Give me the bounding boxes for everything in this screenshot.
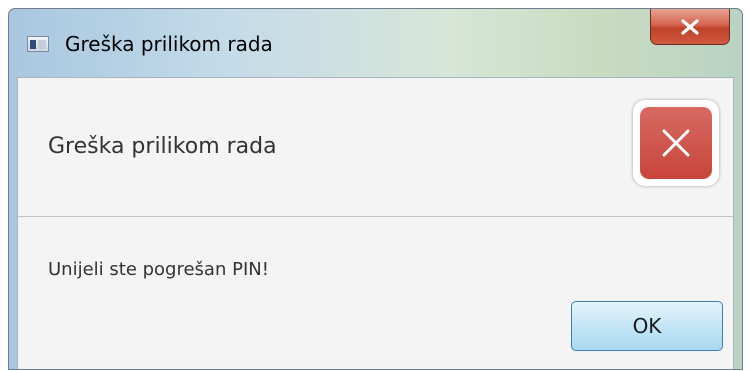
error-icon-frame <box>633 100 719 186</box>
dialog-pane: Greška prilikom rada Unijeli ste pogreša… <box>17 77 734 369</box>
app-window-icon <box>27 36 49 52</box>
error-message: Unijeli ste pogrešan PIN! <box>48 259 269 280</box>
dialog-window: Greška prilikom rada Greška prilikom rad… <box>8 8 743 370</box>
ok-button[interactable]: OK <box>571 301 723 351</box>
dialog-header: Greška prilikom rada <box>18 78 733 217</box>
title-bar[interactable]: Greška prilikom rada <box>9 9 742 77</box>
window-title: Greška prilikom rada <box>65 32 273 56</box>
close-icon <box>681 18 699 35</box>
header-text: Greška prilikom rada <box>48 134 277 159</box>
error-icon <box>640 107 712 179</box>
close-button[interactable] <box>650 9 730 45</box>
